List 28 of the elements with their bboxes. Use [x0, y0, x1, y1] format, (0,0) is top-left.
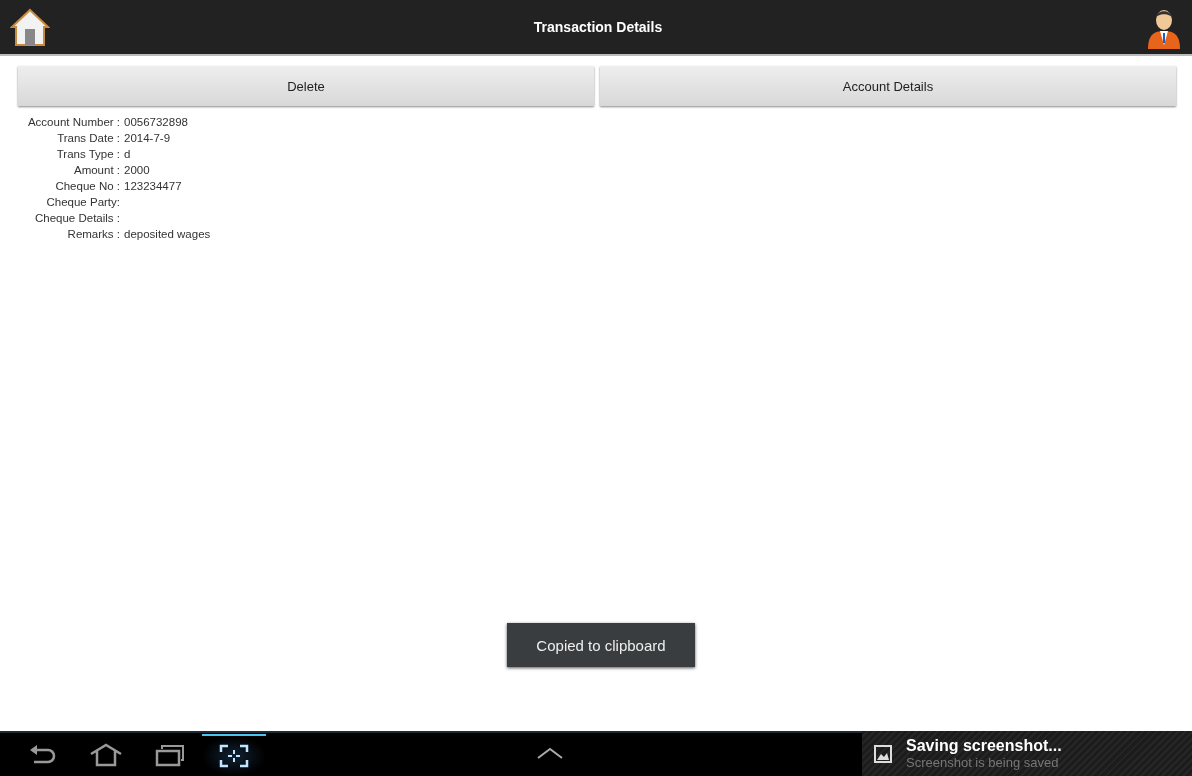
field-label: Cheque Details : — [33, 211, 120, 226]
field-value: deposited wages — [124, 228, 211, 240]
home-icon[interactable] — [10, 7, 50, 47]
field-label: Account Number : — [26, 115, 120, 130]
field-value: 2014-7-9 — [124, 132, 171, 144]
screenshot-icon[interactable] — [219, 743, 249, 768]
notification-title: Saving screenshot... — [906, 737, 1062, 755]
field-label: Amount : — [72, 163, 120, 178]
home-icon[interactable] — [89, 742, 123, 767]
field-label: Cheque Party: — [45, 195, 120, 210]
field-label: Trans Date : — [56, 131, 120, 146]
notification[interactable]: Saving screenshot... Screenshot is being saved — [862, 731, 1192, 776]
field-label: Remarks : — [66, 227, 120, 242]
field-value: 0056732898 — [124, 116, 188, 128]
field-value: 123234477 — [124, 180, 182, 192]
account-details-button[interactable]: Account Details — [600, 66, 1176, 106]
field-value: 2000 — [124, 164, 150, 176]
field-label: Cheque No : — [54, 179, 120, 194]
notification-text: Screenshot is being saved — [906, 755, 1060, 770]
toast-message: Copied to clipboard — [507, 623, 695, 667]
field-value: d — [124, 148, 131, 160]
back-icon[interactable] — [28, 744, 56, 765]
screen-title: Transaction Details — [533, 19, 663, 35]
field-label: Trans Type : — [55, 147, 120, 162]
image-icon — [874, 744, 892, 763]
delete-button[interactable]: Delete — [18, 66, 594, 106]
recent-apps-icon[interactable] — [155, 742, 185, 767]
chevron-up-icon[interactable] — [536, 745, 564, 760]
